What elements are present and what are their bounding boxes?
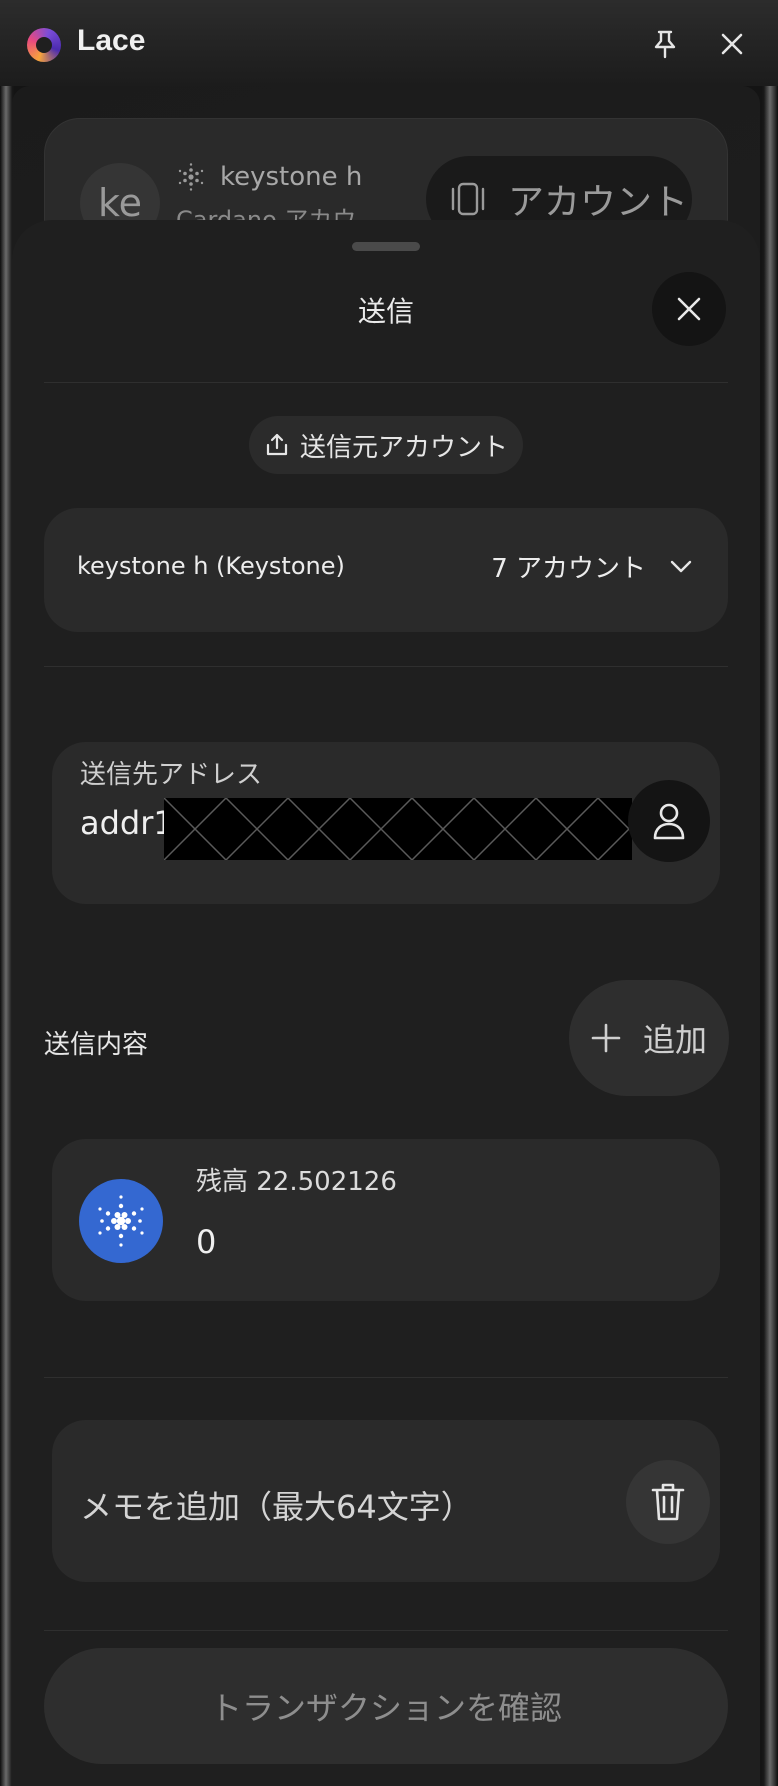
pin-icon [654, 30, 676, 59]
asset-amount-input[interactable]: 0 [196, 1223, 216, 1261]
accounts-stack-icon [451, 182, 485, 216]
accounts-button-label: アカウント [508, 182, 689, 223]
share-upload-icon [266, 433, 288, 456]
lace-logo-icon [27, 28, 61, 62]
app-title: Lace [77, 24, 146, 57]
close-window-button[interactable] [712, 24, 752, 64]
divider [44, 1377, 728, 1378]
account-name: keystone h (Keystone) [77, 552, 345, 580]
recipient-address-label: 送信先アドレス [80, 760, 263, 790]
redacted-address [164, 798, 632, 860]
cardano-icon [178, 163, 204, 191]
account-select-dropdown[interactable]: keystone h (Keystone) 7 アカウント [44, 508, 728, 632]
wallet-name: keystone h [176, 162, 362, 192]
recipient-address-value: addr1 [80, 804, 174, 842]
drag-handle[interactable] [352, 242, 420, 251]
ada-token-icon [79, 1179, 163, 1263]
recipient-address-field[interactable]: 送信先アドレス addr1 [52, 742, 720, 904]
trash-icon [651, 1483, 685, 1521]
pin-button[interactable] [645, 24, 685, 64]
lace-window: Lace ke keystone h C [0, 0, 778, 1786]
add-asset-label: 追加 [642, 1021, 707, 1059]
plus-icon [591, 1023, 621, 1053]
send-sheet: 送信 送信元アカウント keystone h (Keystone) 7 アカウン… [12, 220, 760, 1786]
account-count: 7 アカウント [491, 548, 692, 585]
from-account-chip: 送信元アカウント [249, 416, 523, 474]
add-asset-button[interactable]: 追加 [569, 980, 729, 1096]
close-sheet-button[interactable] [652, 272, 726, 346]
memo-placeholder: メモを追加（最大64文字） [80, 1488, 473, 1526]
divider [44, 1630, 728, 1631]
sheet-title: 送信 [357, 295, 414, 328]
delete-memo-button[interactable] [626, 1460, 710, 1544]
divider [44, 382, 728, 383]
title-bar: Lace [0, 0, 778, 86]
confirm-transaction-button[interactable]: トランザクションを確認 [44, 1648, 728, 1764]
wallet-name-text: keystone h [220, 162, 363, 192]
address-book-button[interactable] [628, 780, 710, 862]
close-icon [721, 33, 743, 55]
close-icon [677, 297, 701, 321]
cardano-icon [98, 1195, 144, 1247]
asset-amount-card[interactable]: 残高 22.502126 0 [52, 1139, 720, 1301]
divider [44, 666, 728, 667]
memo-field[interactable]: メモを追加（最大64文字） [52, 1420, 720, 1582]
asset-balance: 残高 22.502126 [196, 1167, 397, 1197]
send-contents-label: 送信内容 [44, 1030, 149, 1060]
from-account-label: 送信元アカウント [299, 432, 508, 463]
account-count-label: 7 アカウント [491, 554, 646, 584]
chevron-down-icon [670, 560, 692, 572]
user-icon [653, 803, 685, 840]
